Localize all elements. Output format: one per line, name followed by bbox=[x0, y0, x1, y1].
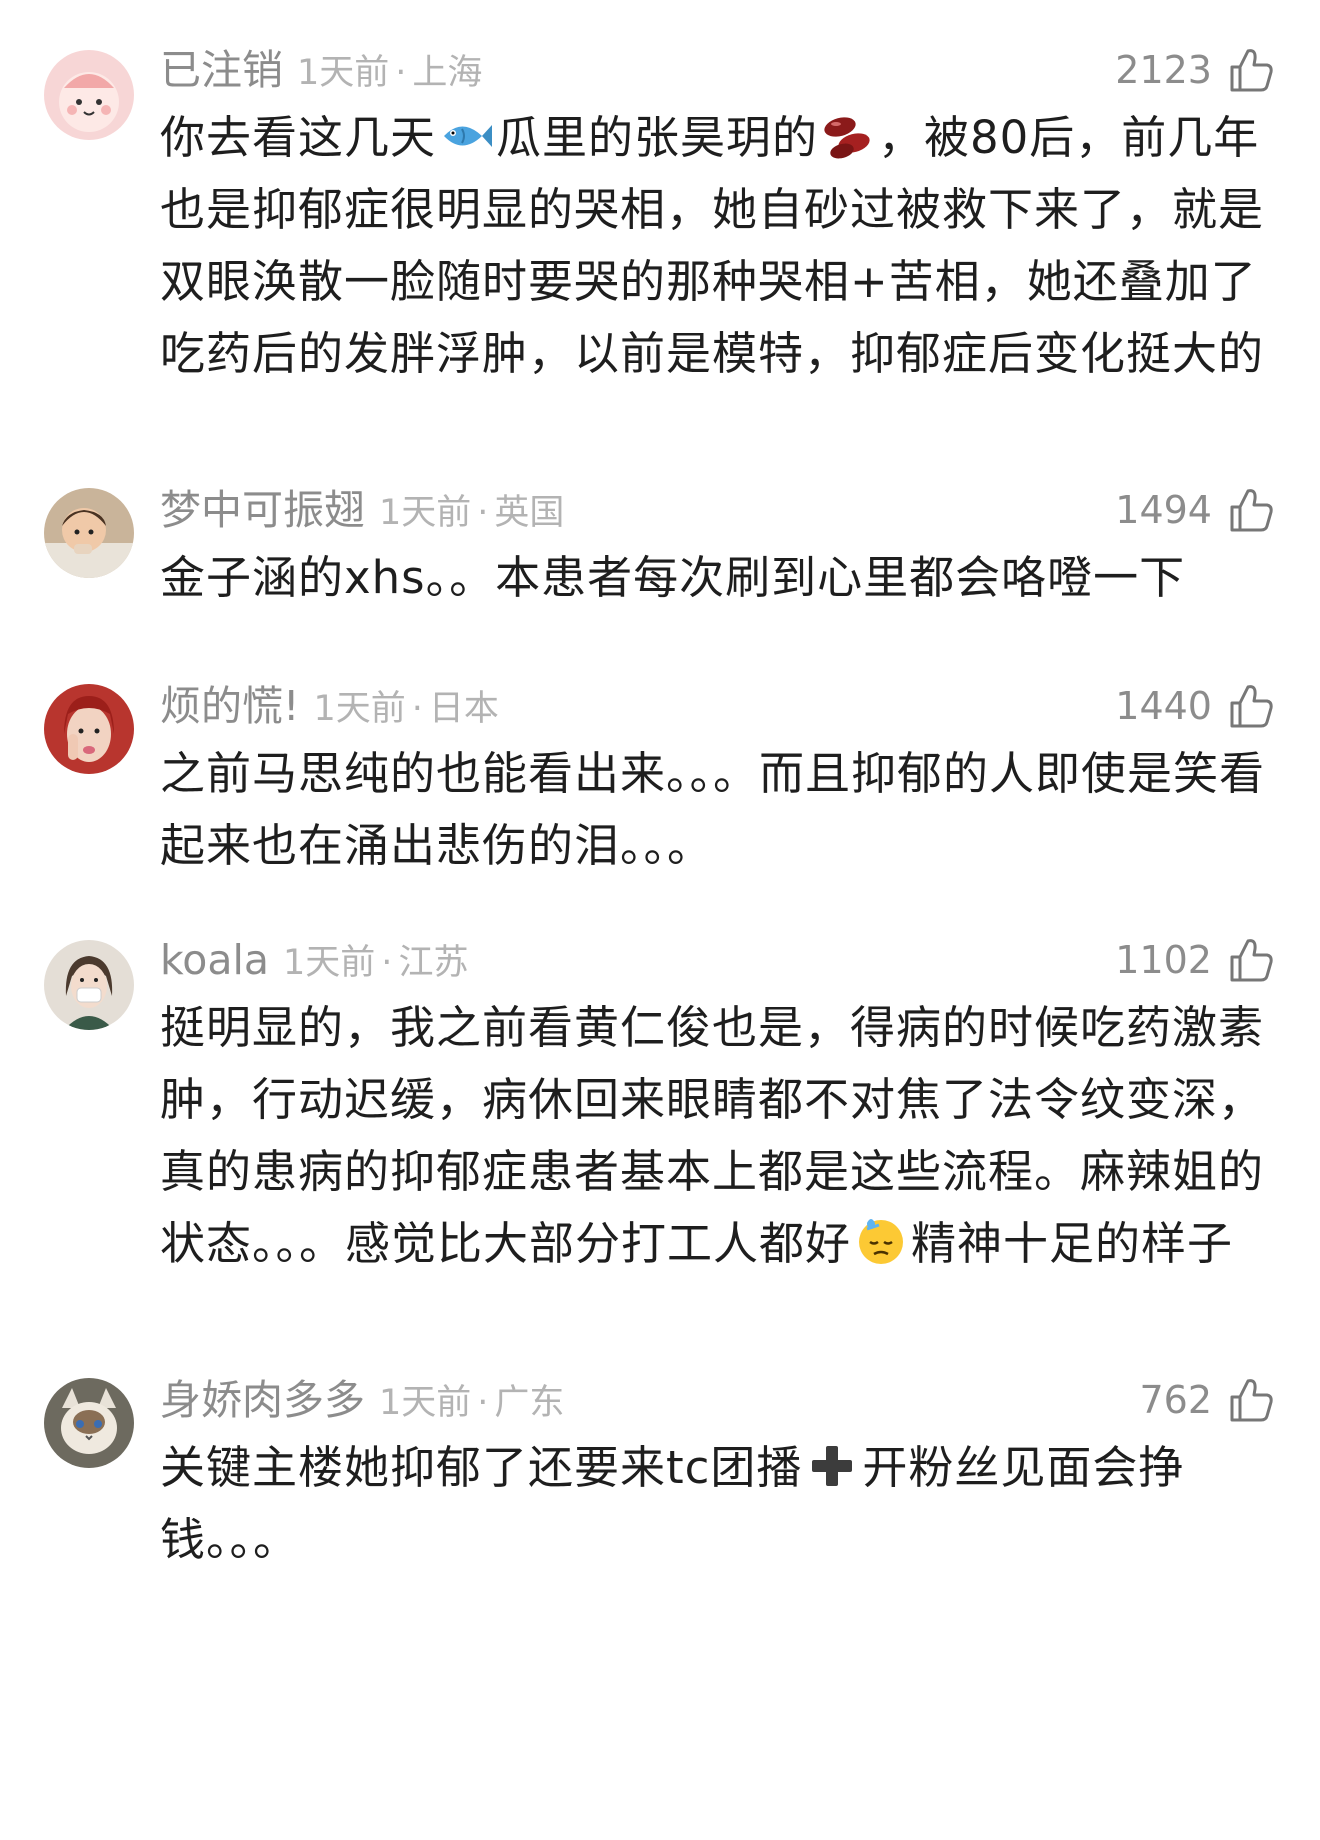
separator: · bbox=[411, 689, 423, 729]
comment-location: 江苏 bbox=[398, 943, 469, 983]
username[interactable]: 烦的慌! bbox=[160, 682, 299, 730]
like-button[interactable]: 762 bbox=[1139, 1370, 1276, 1430]
username[interactable]: 身娇肉多多 bbox=[160, 1376, 365, 1424]
comment-text-part: 你去看这几天 bbox=[160, 111, 437, 164]
comment-time-location: 1天前 · 江苏 bbox=[283, 943, 468, 983]
thumbs-up-icon bbox=[1230, 1379, 1273, 1422]
comment-location: 日本 bbox=[428, 689, 499, 729]
comment-text: 你去看这几天 瓜里的张昊玥的 ，被80后，前几年也是抑郁症很明显的哭相，她自砂过被救… bbox=[160, 102, 1280, 390]
comment-meta: 梦中可振翅 1天前 · 英国 bbox=[160, 480, 564, 540]
comment-time: 1天前 bbox=[283, 943, 376, 983]
thumbs-up-icon bbox=[1230, 939, 1273, 982]
avatar[interactable] bbox=[44, 1378, 134, 1468]
separator: · bbox=[395, 53, 407, 93]
avatar[interactable] bbox=[44, 488, 134, 578]
username[interactable]: koala bbox=[160, 936, 269, 984]
separator: · bbox=[477, 493, 489, 533]
comment-time: 1天前 bbox=[379, 493, 472, 533]
comment-location: 上海 bbox=[412, 53, 483, 93]
comment-text-part: 精神十足的样子 bbox=[911, 1217, 1234, 1270]
sweat-face-emoji-icon bbox=[859, 1219, 904, 1264]
beans-emoji-icon bbox=[824, 117, 870, 159]
comment-feed: 已注销 1天前 · 上海 2123 你去看这几天 瓜里的张昊玥的 ，被80后，前几年也是抑… bbox=[0, 0, 1320, 1840]
comment-text-part: 关键主楼她抑郁了还要来tc团播 bbox=[160, 1441, 803, 1494]
comment-meta: 烦的慌! 1天前 · 日本 bbox=[160, 676, 499, 736]
comment-time: 1天前 bbox=[297, 53, 390, 93]
comment-time: 1天前 bbox=[379, 1383, 472, 1423]
comment-text: 关键主楼她抑郁了还要来tc团播 开粉丝见面会挣钱。。。 bbox=[160, 1432, 1280, 1576]
avatar[interactable] bbox=[44, 940, 134, 1030]
username[interactable]: 已注销 bbox=[160, 46, 283, 94]
comment-time-location: 1天前 · 上海 bbox=[297, 53, 482, 93]
comment-time-location: 1天前 · 日本 bbox=[313, 689, 498, 729]
comment-time-location: 1天前 · 广东 bbox=[379, 1383, 564, 1423]
thumbs-up-icon bbox=[1230, 685, 1273, 728]
comment-meta: 已注销 1天前 · 上海 bbox=[160, 40, 482, 100]
thumbs-up-icon bbox=[1230, 489, 1273, 532]
comment-time: 1天前 bbox=[313, 689, 406, 729]
like-count: 2123 bbox=[1115, 48, 1212, 92]
like-count: 1440 bbox=[1115, 684, 1212, 728]
like-button[interactable]: 1102 bbox=[1115, 930, 1276, 990]
like-count: 1494 bbox=[1115, 488, 1212, 532]
like-count: 762 bbox=[1139, 1378, 1212, 1422]
plus-emoji-icon bbox=[812, 1446, 853, 1486]
comment-text: 金子涵的xhs。。本患者每次刷到心里都会咯噔一下 bbox=[160, 551, 1186, 604]
username[interactable]: 梦中可振翅 bbox=[160, 486, 365, 534]
comment-location: 广东 bbox=[494, 1383, 565, 1423]
separator: · bbox=[381, 943, 393, 983]
comment-meta: koala 1天前 · 江苏 bbox=[160, 930, 468, 990]
like-button[interactable]: 1494 bbox=[1115, 480, 1276, 540]
like-button[interactable]: 2123 bbox=[1115, 40, 1276, 100]
avatar[interactable] bbox=[44, 684, 134, 774]
comment-text-part: 瓜里的张昊玥的 bbox=[496, 111, 819, 164]
fish-emoji-icon bbox=[444, 125, 493, 147]
separator: · bbox=[477, 1383, 489, 1423]
comment-location: 英国 bbox=[494, 493, 565, 533]
avatar[interactable] bbox=[44, 50, 134, 140]
comment-text: 之前马思纯的也能看出来。。。而且抑郁的人即使是笑看起来也在涌出悲伤的泪。。。 bbox=[160, 747, 1266, 872]
thumbs-up-icon bbox=[1230, 49, 1273, 92]
like-count: 1102 bbox=[1115, 938, 1212, 982]
comment-meta: 身娇肉多多 1天前 · 广东 bbox=[160, 1370, 564, 1430]
comment-time-location: 1天前 · 英国 bbox=[379, 493, 564, 533]
like-button[interactable]: 1440 bbox=[1115, 676, 1276, 736]
comment-text: 挺明显的，我之前看黄仁俊也是，得病的时候吃药激素肿，行动迟缓，病休回来眼睛都不对… bbox=[160, 992, 1280, 1280]
